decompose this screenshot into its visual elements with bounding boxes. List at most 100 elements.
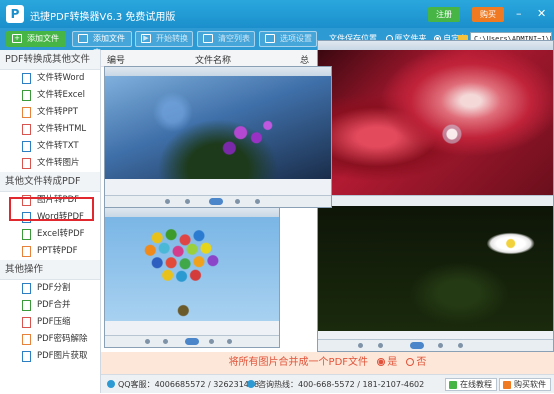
photo-white-flower <box>318 206 553 331</box>
sidebar-item-pdf-unlock[interactable]: PDF密码解除 <box>0 331 100 348</box>
sidebar-item-label: PDF压缩 <box>37 317 71 327</box>
register-button[interactable]: 注册 <box>428 7 460 22</box>
add-file-button[interactable]: + 添加文件 <box>6 31 66 47</box>
folder-icon <box>78 34 88 43</box>
viewer-controls[interactable] <box>105 335 279 347</box>
sidebar-item-label: PDF分割 <box>37 283 71 293</box>
app-logo-icon: P <box>6 5 24 23</box>
merge-yes-radio[interactable] <box>377 358 386 366</box>
settings-button[interactable]: 选项设置 <box>259 31 317 47</box>
sidebar-item-to-image[interactable]: 文件转图片 <box>0 155 100 172</box>
viewer-controls[interactable] <box>318 339 553 351</box>
sidebar-item-label: 文件转HTML <box>37 124 87 134</box>
sidebar-item-label: 文件转TXT <box>37 141 79 151</box>
play-icon: ▶ <box>141 34 151 43</box>
sidebar-item-pdf-merge[interactable]: PDF合并 <box>0 297 100 314</box>
add-file-icon: + <box>12 34 22 43</box>
sidebar-item-to-html[interactable]: 文件转HTML <box>0 121 100 138</box>
buy-software-button[interactable]: 购买软件 <box>499 378 551 391</box>
sidebar-item-excel-to-pdf[interactable]: Excel转PDF <box>0 226 100 243</box>
compress-icon <box>22 317 31 328</box>
unlock-icon <box>22 334 31 345</box>
viewer-caption <box>318 41 553 50</box>
merge-option-bar: 将所有图片合并成一个PDF文件 是 否 <box>101 352 554 374</box>
qq-support-text: QQ客服：4006685572 / 326231478 <box>118 380 260 389</box>
sidebar-item-label: PPT转PDF <box>37 246 78 256</box>
viewer-controls[interactable] <box>318 195 553 206</box>
merge-question: 将所有图片合并成一个PDF文件 <box>228 357 369 368</box>
add-folder-button[interactable]: 添加文件夹 <box>72 31 132 57</box>
photo-balloons <box>105 217 279 321</box>
cart-icon <box>503 381 511 389</box>
sidebar-item-label: PDF密码解除 <box>37 334 88 344</box>
sidebar-item-ppt-to-pdf[interactable]: PPT转PDF <box>0 243 100 260</box>
add-file-label: 添加文件 <box>27 34 59 43</box>
viewer-caption <box>105 208 279 217</box>
clear-list-label: 清空列表 <box>218 34 250 43</box>
tutorial-icon <box>449 381 457 389</box>
clear-list-button[interactable]: 清空列表 <box>197 31 255 47</box>
sidebar-item-label: PDF合并 <box>37 300 71 310</box>
column-total: 总 <box>300 56 310 66</box>
ppt-file-icon <box>22 246 31 257</box>
excel-file-icon <box>22 90 31 101</box>
sidebar-item-to-word[interactable]: 文件转Word <box>0 70 100 87</box>
photo-red-flower <box>318 50 553 195</box>
column-number: 编号 <box>107 56 126 66</box>
sidebar-item-to-ppt[interactable]: 文件转PPT <box>0 104 100 121</box>
sidebar-item-pdf-images[interactable]: PDF图片获取 <box>0 348 100 365</box>
close-icon[interactable]: ✕ <box>537 6 546 21</box>
gear-icon <box>265 34 275 43</box>
image-file-icon <box>22 158 31 169</box>
status-bar: QQ客服：4006685572 / 326231478 咨询热线：400-668… <box>101 374 554 393</box>
sidebar-item-label: Excel转PDF <box>37 229 85 239</box>
merge-icon <box>22 300 31 311</box>
txt-file-icon <box>22 141 31 152</box>
app-title: 迅捷PDF转换器V6.3 免费试用版 <box>30 12 176 23</box>
photo-purple-flowers <box>105 76 331 179</box>
tutorial-label: 在线教程 <box>460 380 492 389</box>
merge-no-label: 否 <box>416 357 427 368</box>
settings-label: 选项设置 <box>280 34 312 43</box>
merge-yes-label: 是 <box>387 357 398 368</box>
buy-button[interactable]: 购买 <box>472 7 504 22</box>
html-file-icon <box>22 124 31 135</box>
title-bar: P 迅捷PDF转换器V6.3 免费试用版 注册 购买 – ✕ <box>0 0 554 28</box>
word-file-icon <box>22 73 31 84</box>
hotline: 咨询热线：400-668-5572 / 181-2107-4602 <box>247 375 424 394</box>
clear-icon <box>203 34 213 43</box>
section-pdf-to-other: PDF转换成其他文件 <box>0 50 100 70</box>
sidebar-item-label: PDF图片获取 <box>37 351 88 361</box>
sidebar-item-label: 文件转PPT <box>37 107 78 117</box>
image-viewer-window-purple[interactable] <box>104 66 332 208</box>
sidebar-item-label: 文件转Word <box>37 73 85 83</box>
online-tutorial-button[interactable]: 在线教程 <box>445 378 497 391</box>
section-other-to-pdf: 其他文件转成PDF <box>0 172 100 192</box>
sidebar: PDF转换成其他文件 文件转Word 文件转Excel 文件转PPT 文件转HT… <box>0 50 101 393</box>
image-viewer-window-large[interactable] <box>317 40 554 352</box>
column-filename: 文件名称 <box>195 56 232 66</box>
sidebar-item-pdf-compress[interactable]: PDF压缩 <box>0 314 100 331</box>
merge-no-radio[interactable] <box>406 358 415 366</box>
qq-support: QQ客服：4006685572 / 326231478 <box>107 375 259 394</box>
image-extract-icon <box>22 351 31 362</box>
qq-icon <box>107 380 115 388</box>
viewer-caption <box>105 67 331 76</box>
sidebar-item-label: 文件转Excel <box>37 90 86 100</box>
image-viewer-window-balloons[interactable] <box>104 207 280 348</box>
split-icon <box>22 283 31 294</box>
section-other-ops: 其他操作 <box>0 260 100 280</box>
sidebar-item-to-excel[interactable]: 文件转Excel <box>0 87 100 104</box>
ppt-file-icon <box>22 107 31 118</box>
start-button[interactable]: ▶ 开始转换 <box>135 31 193 47</box>
viewer-controls[interactable] <box>105 195 331 207</box>
minimize-icon[interactable]: – <box>516 6 522 21</box>
hotline-text: 咨询热线：400-668-5572 / 181-2107-4602 <box>258 380 425 389</box>
selection-highlight <box>9 197 94 221</box>
phone-icon <box>247 380 255 388</box>
sidebar-item-pdf-split[interactable]: PDF分割 <box>0 280 100 297</box>
buy-software-label: 购买软件 <box>514 380 546 389</box>
start-label: 开始转换 <box>156 34 188 43</box>
excel-file-icon <box>22 229 31 240</box>
sidebar-item-to-txt[interactable]: 文件转TXT <box>0 138 100 155</box>
